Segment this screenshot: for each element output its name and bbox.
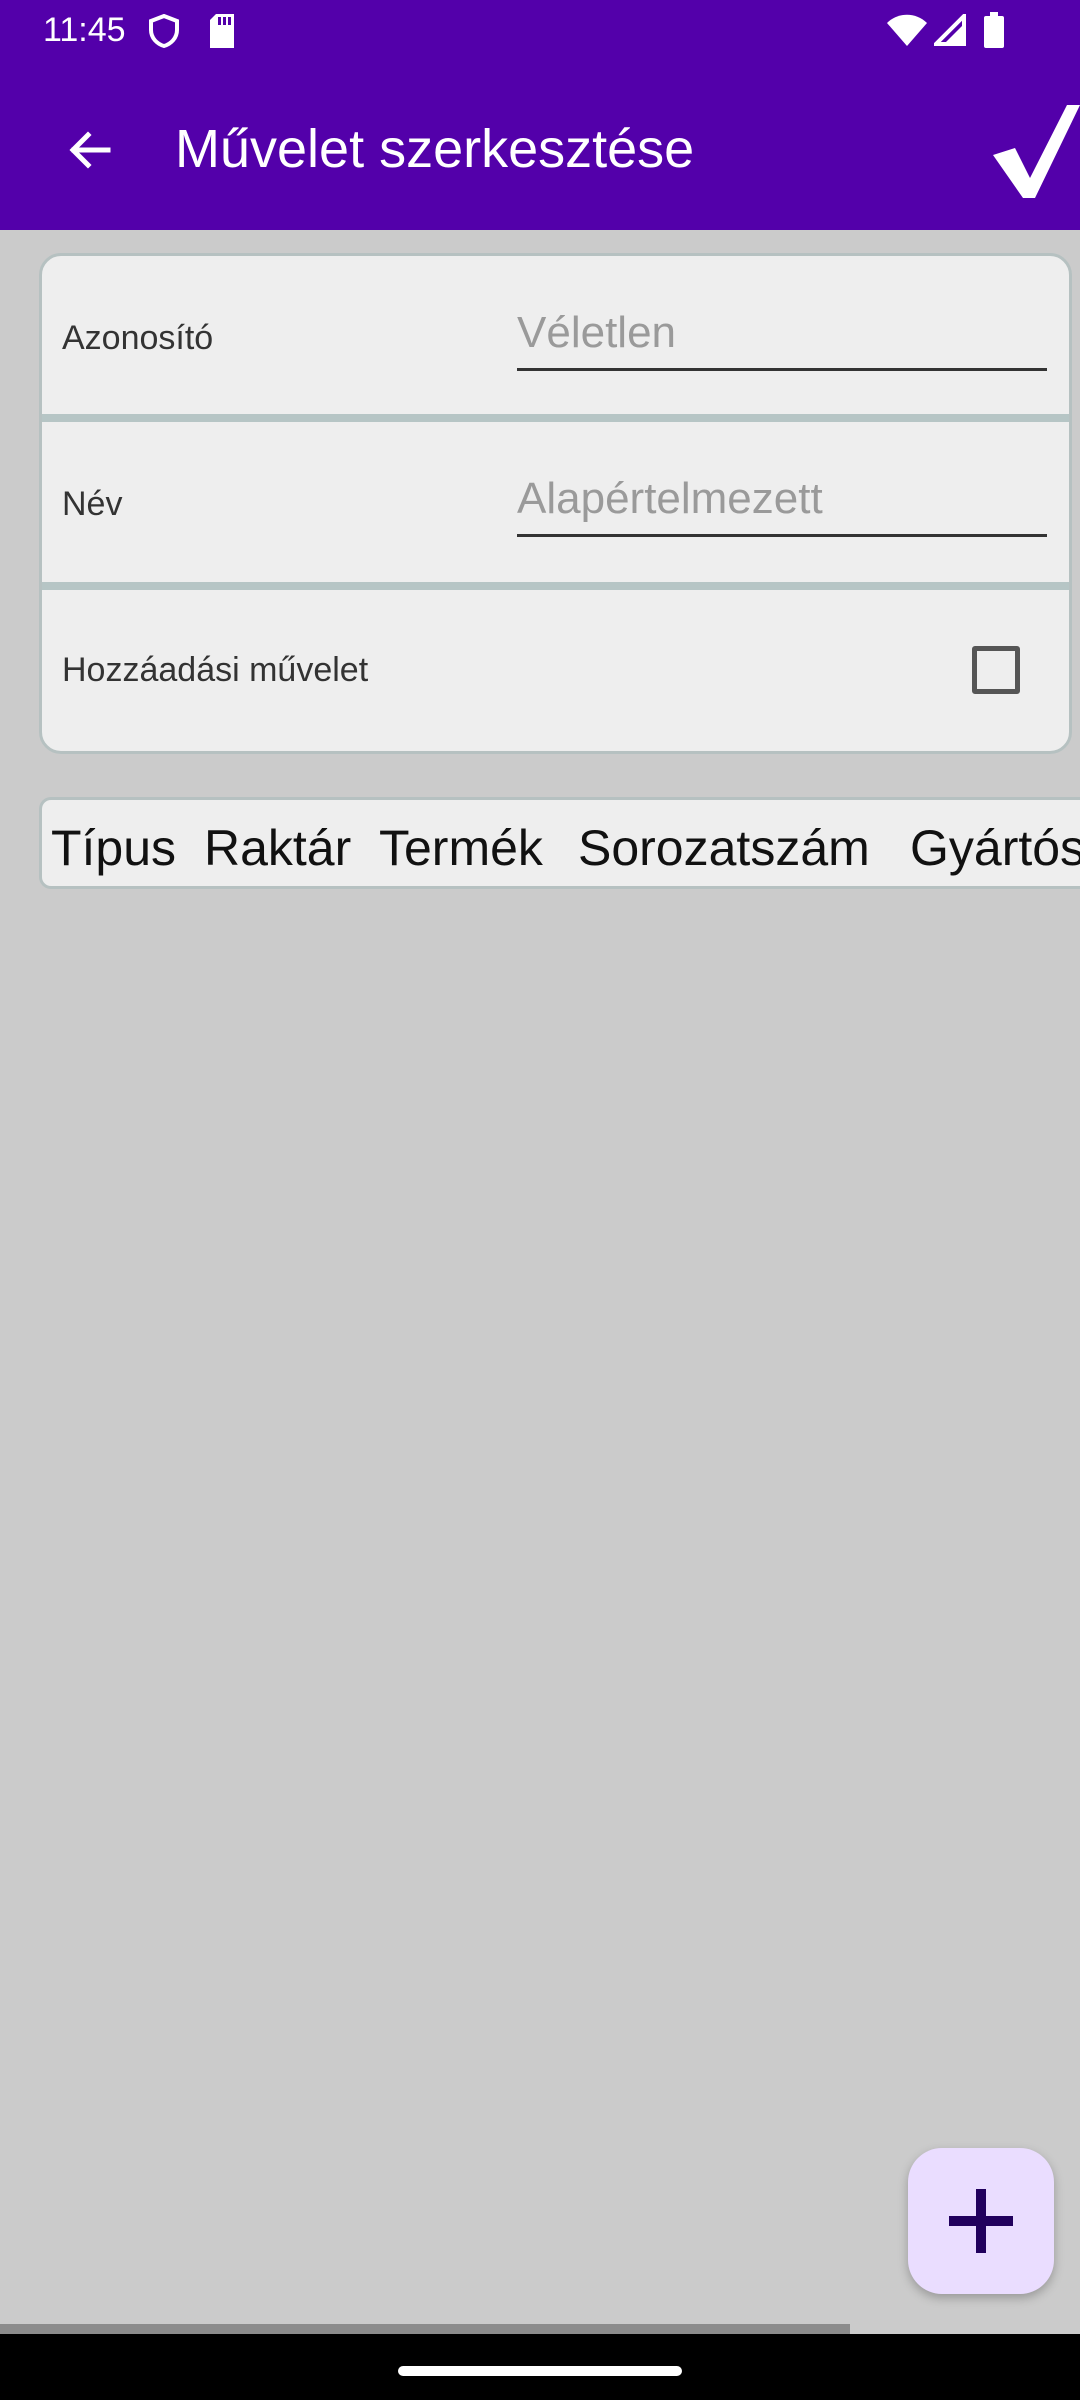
row-divider (42, 582, 1069, 590)
save-button[interactable] (985, 100, 1080, 205)
add-operation-label: Hozzáadási művelet (62, 651, 369, 689)
home-gesture-handle[interactable] (398, 2366, 682, 2376)
plus-icon (949, 2189, 1013, 2253)
status-bar: 11:45 (0, 0, 1080, 60)
shield-icon (149, 14, 179, 48)
name-input[interactable] (517, 464, 1047, 537)
row-divider (42, 414, 1069, 422)
wifi-icon (887, 14, 927, 46)
table-header: Típus Raktár Termék Sorozatszám Gyártós (39, 797, 1080, 889)
add-operation-checkbox[interactable] (972, 646, 1020, 694)
add-operation-row: Hozzáadási művelet (42, 590, 1069, 751)
battery-icon (984, 12, 1004, 48)
app-bar: Művelet szerkesztése (0, 60, 1080, 230)
arrow-back-icon (69, 131, 111, 169)
column-header-type[interactable]: Típus (51, 820, 176, 876)
name-row: Név (42, 422, 1069, 582)
back-button[interactable] (50, 110, 130, 190)
add-fab-button[interactable] (908, 2148, 1054, 2294)
id-input[interactable] (517, 298, 1047, 371)
page-title: Művelet szerkesztése (175, 119, 695, 179)
column-header-warehouse[interactable]: Raktár (204, 820, 351, 876)
id-row: Azonosító (42, 256, 1069, 414)
form-card: Azonosító Név Hozzáadási művelet (39, 253, 1072, 754)
checkmark-icon (993, 105, 1080, 198)
status-time: 11:45 (43, 11, 126, 49)
navigation-bar (0, 2334, 1080, 2400)
sd-card-icon (210, 14, 234, 48)
horizontal-scrollbar[interactable] (0, 2324, 850, 2334)
column-header-product[interactable]: Termék (379, 820, 543, 876)
name-label: Név (62, 485, 123, 523)
signal-icon (934, 14, 966, 46)
column-header-serial-number[interactable]: Sorozatszám (578, 820, 870, 876)
id-label: Azonosító (62, 319, 214, 357)
column-header-manufacturer[interactable]: Gyártós (910, 820, 1080, 876)
